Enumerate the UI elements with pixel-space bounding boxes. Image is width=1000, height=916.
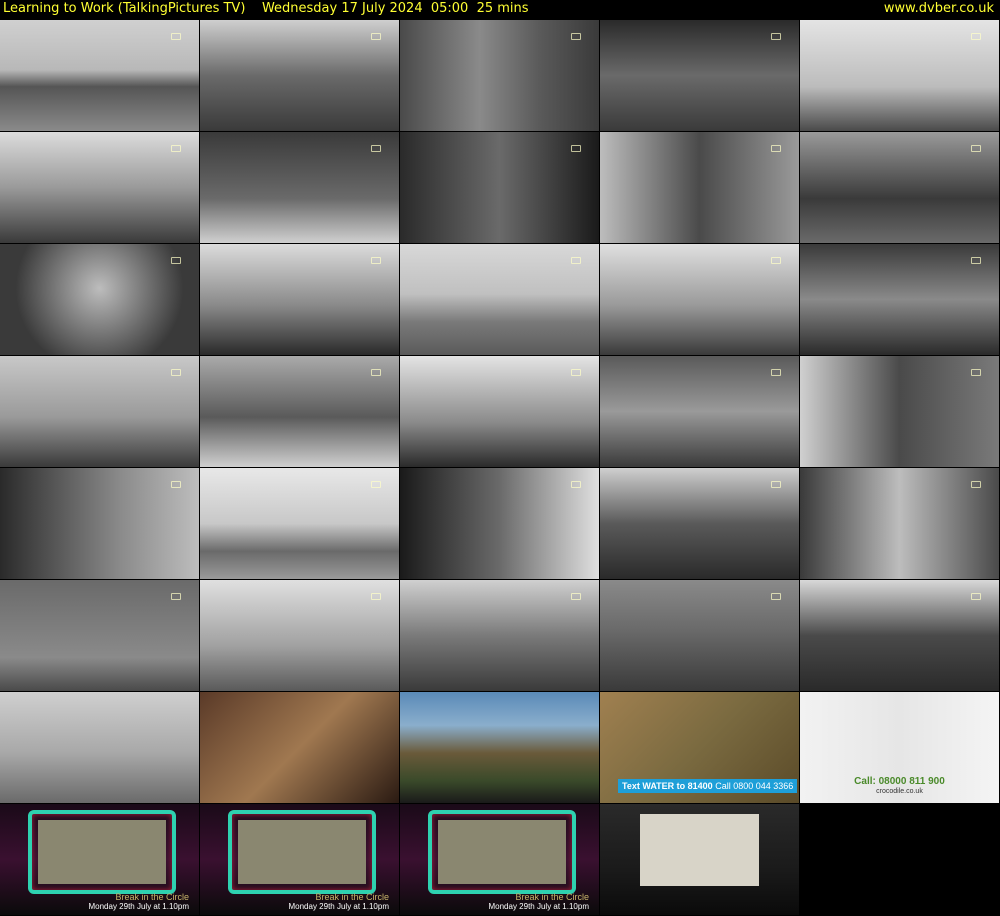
programme-title: Learning to Work (TalkingPictures TV) We… bbox=[3, 1, 529, 16]
thumbnail-ship-hull-worker[interactable] bbox=[200, 356, 399, 467]
channel-logo-icon bbox=[571, 145, 581, 152]
channel-logo-icon bbox=[171, 257, 181, 264]
thumbnail-crane[interactable] bbox=[400, 356, 599, 467]
channel-logo-icon bbox=[171, 481, 181, 488]
promo-caption: Break in the Circle Monday 29th July at 1… bbox=[288, 892, 389, 912]
thumbnail-cinema-credits[interactable] bbox=[600, 804, 799, 915]
thumbnail-family-table[interactable] bbox=[200, 132, 399, 243]
promo-caption: Break in the Circle Monday 29th July at 1… bbox=[488, 892, 589, 912]
channel-logo-icon bbox=[371, 33, 381, 40]
thumbnail-cinema-2[interactable]: Break in the Circle Monday 29th July at 1… bbox=[200, 804, 399, 915]
thumbnail-machinist[interactable] bbox=[800, 356, 999, 467]
thumbnail-women-pan[interactable] bbox=[400, 132, 599, 243]
channel-logo-icon bbox=[571, 369, 581, 376]
text-water-label: Text WATER to 81400 bbox=[622, 781, 713, 791]
promo-date: Monday 29th July at 1.10pm bbox=[288, 902, 389, 911]
thumbnail-crocodile-ad[interactable]: Call: 08000 811 900 crocodile.co.uk bbox=[800, 692, 999, 803]
thumbnail-city-street[interactable] bbox=[200, 20, 399, 131]
promo-date: Monday 29th July at 1.10pm bbox=[488, 902, 589, 911]
thumbnail-tyne-bridge[interactable] bbox=[800, 20, 999, 131]
promo-date: Monday 29th July at 1.10pm bbox=[88, 902, 189, 911]
channel-logo-icon bbox=[971, 33, 981, 40]
channel-logo-icon bbox=[171, 369, 181, 376]
channel-logo-icon bbox=[971, 257, 981, 264]
thumbnail-radiogram[interactable] bbox=[200, 580, 399, 691]
thumbnail-open-field[interactable] bbox=[400, 244, 599, 355]
channel-logo-icon bbox=[771, 145, 781, 152]
channel-logo-icon bbox=[771, 33, 781, 40]
channel-logo-icon bbox=[171, 593, 181, 600]
water-aid-text-strip: Text WATER to 81400 Call 0800 044 3366 bbox=[618, 779, 798, 793]
thumbnail-ship-liverpool[interactable] bbox=[800, 580, 999, 691]
channel-logo-icon bbox=[371, 481, 381, 488]
channel-logo-icon bbox=[371, 369, 381, 376]
promo-title: Break in the Circle bbox=[515, 892, 589, 902]
thumbnail-football-pitch[interactable] bbox=[600, 580, 799, 691]
channel-logo-icon bbox=[571, 481, 581, 488]
channel-logo-icon bbox=[371, 593, 381, 600]
channel-logo-icon bbox=[371, 257, 381, 264]
channel-logo-icon bbox=[771, 257, 781, 264]
crocodile-site: crocodile.co.uk bbox=[876, 788, 923, 795]
thumbnail-steam-smoke[interactable] bbox=[0, 244, 199, 355]
crocodile-phone: Call: 08000 811 900 bbox=[854, 776, 945, 787]
cinema-screen-frame bbox=[28, 810, 176, 894]
thumbnail-engineering-shop[interactable] bbox=[600, 356, 799, 467]
channel-logo-icon bbox=[971, 593, 981, 600]
channel-logo-icon bbox=[371, 145, 381, 152]
thumbnail-thames-parliament[interactable] bbox=[0, 20, 199, 131]
thumbnail-misty-harbour[interactable] bbox=[0, 692, 199, 803]
cinema-screen-image bbox=[238, 820, 366, 884]
channel-logo-icon bbox=[771, 369, 781, 376]
now-showing-screen bbox=[640, 814, 759, 886]
thumbnail-blurred-interior[interactable] bbox=[200, 692, 399, 803]
cinema-screen-frame bbox=[428, 810, 576, 894]
channel-logo-icon bbox=[971, 481, 981, 488]
thumbnail-cinema-3[interactable]: Break in the Circle Monday 29th July at 1… bbox=[400, 804, 599, 915]
thumbnail-mountain[interactable] bbox=[400, 692, 599, 803]
crocodile-caption: Call: 08000 811 900 crocodile.co.uk bbox=[810, 777, 989, 797]
thumbnail-riveter[interactable] bbox=[0, 468, 199, 579]
channel-logo-icon bbox=[171, 33, 181, 40]
thumbnail-woman-portrait[interactable] bbox=[400, 468, 599, 579]
cinema-screen-frame bbox=[228, 810, 376, 894]
thumbnail-dockside[interactable] bbox=[200, 468, 399, 579]
thumbnail-grid: Text WATER to 81400 Call 0800 044 3366 Ca… bbox=[0, 20, 1000, 916]
website-link[interactable]: www.dvber.co.uk bbox=[884, 0, 994, 18]
thumbnail-cinema-1[interactable]: Break in the Circle Monday 29th July at 1… bbox=[0, 804, 199, 915]
thumbnail-bank-entrance[interactable] bbox=[400, 20, 599, 131]
thumbnail-tram[interactable] bbox=[0, 132, 199, 243]
channel-logo-icon bbox=[971, 369, 981, 376]
thumbnail-brick-house[interactable] bbox=[0, 580, 199, 691]
thumbnail-factory-buildings[interactable] bbox=[600, 244, 799, 355]
thumbnail-uk-map[interactable] bbox=[600, 20, 799, 131]
channel-logo-icon bbox=[171, 145, 181, 152]
thumbnail-woman-sink[interactable] bbox=[600, 132, 799, 243]
thumbnail-wheel-machinery[interactable] bbox=[800, 132, 999, 243]
channel-logo-icon bbox=[771, 481, 781, 488]
thumbnail-shipyard-skyline[interactable] bbox=[0, 356, 199, 467]
header-bar: Learning to Work (TalkingPictures TV) We… bbox=[0, 0, 1000, 20]
thumbnail-bus[interactable] bbox=[600, 468, 799, 579]
promo-title: Break in the Circle bbox=[315, 892, 389, 902]
thumbnail-water-aid[interactable]: Text WATER to 81400 Call 0800 044 3366 bbox=[600, 692, 799, 803]
call-number-label: Call 0800 044 3366 bbox=[715, 781, 794, 791]
channel-logo-icon bbox=[571, 257, 581, 264]
thumbnail-street-tram[interactable] bbox=[800, 468, 999, 579]
channel-logo-icon bbox=[571, 593, 581, 600]
promo-caption: Break in the Circle Monday 29th July at 1… bbox=[88, 892, 189, 912]
channel-logo-icon bbox=[571, 33, 581, 40]
channel-logo-icon bbox=[971, 145, 981, 152]
thumbnail-factory-yard[interactable] bbox=[200, 244, 399, 355]
channel-logo-icon bbox=[771, 593, 781, 600]
promo-title: Break in the Circle bbox=[115, 892, 189, 902]
thumbnail-workshop[interactable] bbox=[800, 244, 999, 355]
thumbnail-football-crowd[interactable] bbox=[400, 580, 599, 691]
cinema-screen-image bbox=[38, 820, 166, 884]
cinema-screen-image bbox=[438, 820, 566, 884]
